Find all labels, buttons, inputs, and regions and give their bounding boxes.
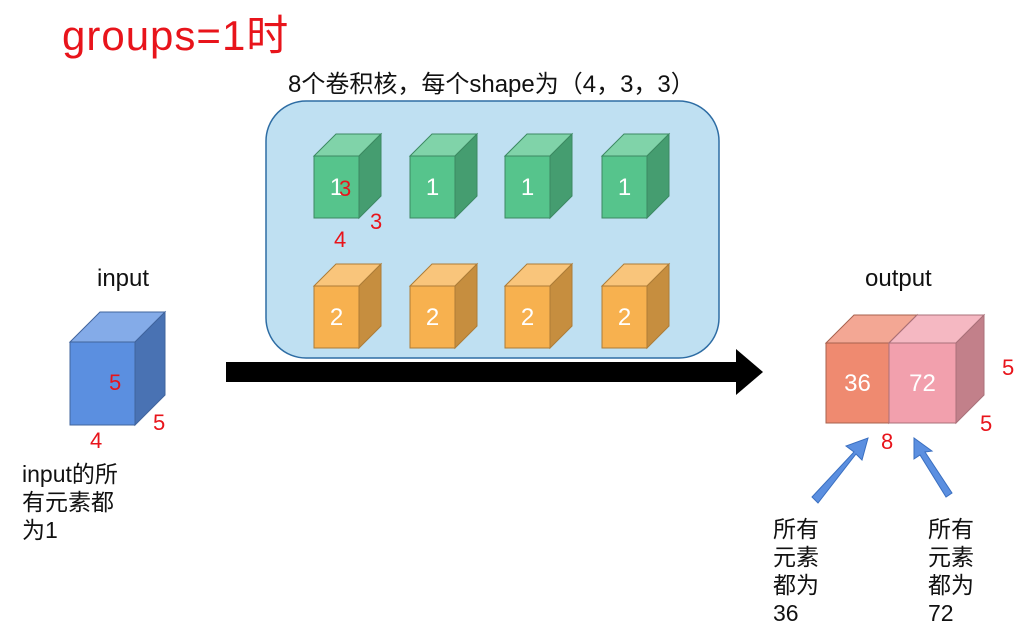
input-cube-front — [69, 341, 136, 426]
kernel-2-cube-3: 2 — [503, 262, 574, 350]
diagram: groups=1时 8个卷积核，每个shape为（4，3，3） 12121212… — [0, 0, 1032, 631]
diagram-canvas: 1212121236 72 — [68, 100, 986, 504]
up-arrow-right — [913, 437, 953, 498]
kernel-2-cube-2: 2 — [408, 262, 479, 350]
kernel-1-cube-2: 1 — [408, 132, 479, 220]
kernel-1-cube-4-value: 1 — [618, 174, 631, 201]
output-dim-top-right: 5 — [1002, 355, 1015, 380]
main-arrow-shaft — [226, 362, 736, 382]
output-cube-left-value: 36 — [844, 370, 871, 397]
output-dim-bottom: 8 — [881, 429, 894, 454]
output-label: output — [865, 265, 932, 292]
input-cube — [68, 310, 167, 427]
output-note-left: 所有 元素 都为 36 — [773, 516, 819, 626]
up-arrow-left — [811, 437, 869, 504]
kernel-dim-width: 4 — [334, 227, 347, 252]
input-depth-dim: 5 — [109, 370, 122, 395]
output-cube-right: 72 — [887, 313, 986, 425]
kernel-2-cube-4-value: 2 — [618, 304, 631, 331]
kernel-2-cube-1: 2 — [312, 262, 383, 350]
kernel-2-cube-1-value: 2 — [330, 304, 343, 331]
kernel-2-cube-3-value: 2 — [521, 304, 534, 331]
output-dim-side: 5 — [980, 411, 993, 436]
input-side-dim: 5 — [153, 410, 166, 435]
kernel-dim-side: 3 — [370, 209, 383, 234]
input-label: input — [97, 265, 150, 292]
kernel-2-cube-2-value: 2 — [426, 304, 439, 331]
kernel-1-cube-4: 1 — [600, 132, 671, 220]
output-cube-right-value: 72 — [909, 370, 936, 397]
kernel-dim-overlay: 3 — [339, 176, 352, 201]
kernel-1-cube-3-value: 1 — [521, 174, 534, 201]
input-width-dim: 4 — [90, 428, 103, 453]
kernel-1-cube-2-value: 1 — [426, 174, 439, 201]
kernel-2-cube-4: 2 — [600, 262, 671, 350]
input-note: input的所 有元素都 为1 — [22, 461, 118, 543]
output-note-right: 所有 元素 都为 72 — [928, 516, 974, 626]
kernel-1-cube-3: 1 — [503, 132, 574, 220]
main-arrow-head — [736, 349, 763, 395]
